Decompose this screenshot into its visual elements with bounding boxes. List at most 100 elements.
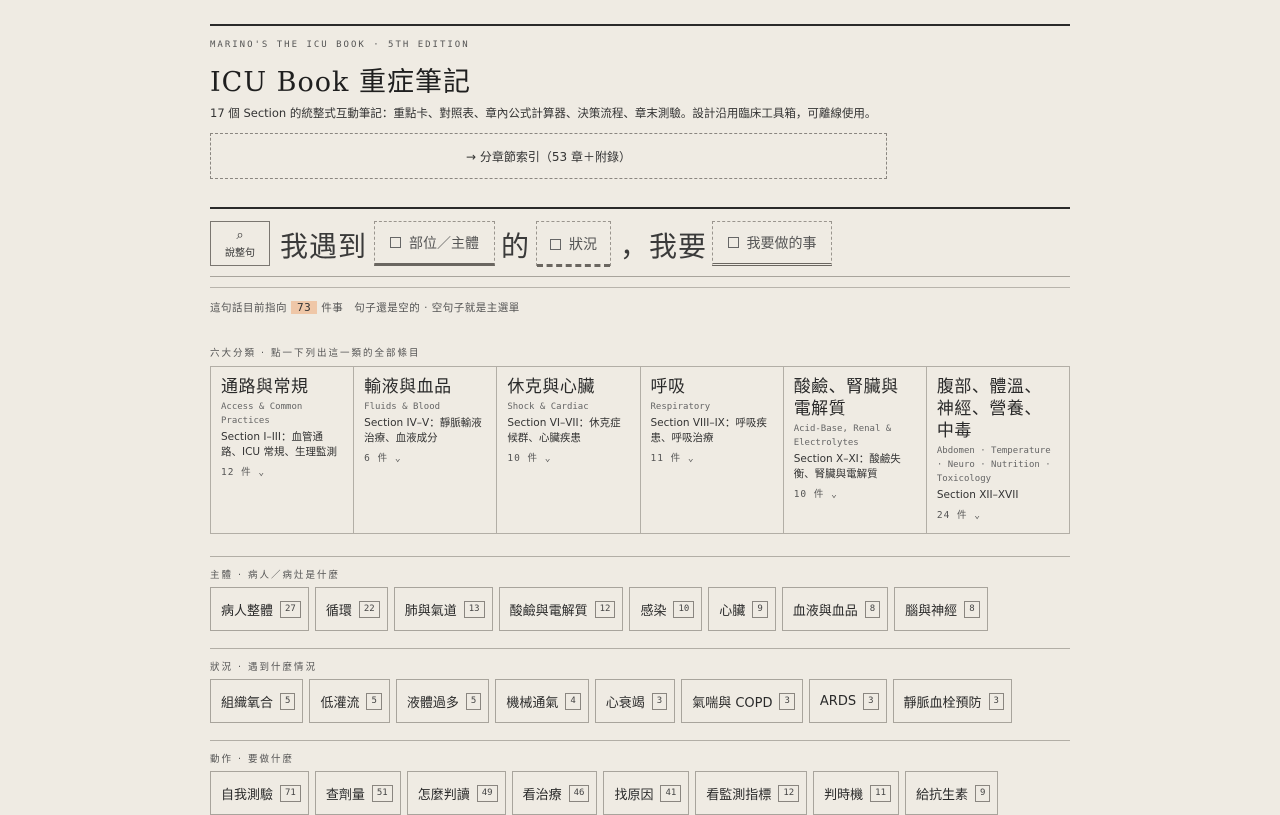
chip-count: 3 [779,692,795,710]
chip-count: 71 [280,784,301,802]
subject-chip[interactable]: 血液與血品 8 [781,587,889,631]
chip-count: 8 [964,600,980,618]
action-chip[interactable]: 查劑量 51 [314,771,401,815]
chip-label: 感染 [640,603,667,619]
search-icon: ⌕ [236,227,244,243]
category-subtitle: Abdomen · Temperature · Neuro · Nutritio… [936,446,1051,484]
chip-count: 5 [280,692,296,710]
situation-chip[interactable]: ARDS 3 [808,679,887,723]
situation-chips: 組織氧合 5 低灌流 5 液體過多 5 機械通氣 4 心衰竭 3 氣喘與 COPD 3 AR… [210,679,1012,723]
category-subtitle: Respiratory [650,402,711,412]
match-prefix: 這句話目前指向 [210,302,287,314]
page-title: ICU Book 重症筆記 [210,67,471,98]
book-eyebrow: MARINO'S THE ICU BOOK · 5TH EDITION [210,40,470,50]
sentence-divider [210,287,1070,288]
checkbox-icon [390,237,401,248]
chapter-index-button[interactable]: → 分章節索引（53 章＋附錄） [210,133,887,179]
chip-label: 血液與血品 [792,603,858,619]
sentence-word-of: 的 [501,230,531,263]
say-sentence-label: 說整句 [225,247,255,259]
category-description: Section VI–VII：休克症候群、心臟疾患 [507,417,621,444]
category-card-shock[interactable]: 休克與心臟 Shock & Cardiac Section VI–VII：休克症… [497,367,641,533]
situation-chip[interactable]: 機械通氣 4 [495,679,589,723]
chip-label: 循環 [325,603,352,619]
subject-label: 主體 · 病人／病灶是什麼 [210,570,341,581]
situation-slot[interactable]: 狀況 [536,221,611,267]
situation-chip[interactable]: 心衰竭 3 [594,679,676,723]
chip-count: 41 [660,784,682,802]
chip-count: 3 [651,692,668,710]
chip-count: 49 [476,784,498,802]
chip-count: 12 [594,600,616,618]
category-card-access[interactable]: 通路與常規 Access & Common Practices Section … [211,367,355,533]
action-chip[interactable]: 判時機 11 [813,771,900,815]
chip-count: 10 [673,600,695,618]
action-slot[interactable]: 我要做的事 [712,221,832,266]
category-count: 6 件 ⌄ [364,453,402,464]
action-chip[interactable]: 看監測指標 12 [695,771,808,815]
action-label: 動作 · 要做什麼 [210,754,295,765]
section-rule [210,207,1070,209]
situation-slot-label: 狀況 [569,237,597,253]
category-title: 酸鹼、腎臟與電解質 [793,377,899,419]
action-slot-label: 我要做的事 [746,235,817,252]
chip-count: 12 [778,784,800,802]
top-rule [210,24,1070,26]
action-divider [210,740,1070,741]
chip-label: 病人整體 [221,603,274,619]
say-sentence-button[interactable]: ⌕ 說整句 [210,221,270,266]
category-title: 呼吸 [650,377,686,397]
subject-chip[interactable]: 病人整體 27 [210,587,309,631]
chip-count: 13 [463,600,485,618]
checkbox-icon [550,238,561,250]
chip-count: 11 [870,784,892,802]
subject-slot-label: 部位／主體 [409,235,479,252]
sentence-builder: ⌕ 說整句 我遇到 部位／主體 的 狀況 ，我要 我要做的事 [210,221,1070,267]
page-subtitle: 17 個 Section 的統整式互動筆記：重點卡、對照表、章內公式計算器、決策… [210,106,877,120]
checkbox-icon [727,237,739,248]
category-description: Section X–XI：酸鹼失衡、腎臟與電解質 [793,453,901,480]
chip-count: 22 [358,600,380,618]
chip-label: 低灌流 [320,695,360,711]
action-chips: 自我測驗 71 查劑量 51 怎麼判讀 49 看治療 46 找原因 41 看監測指標 12 … [210,771,999,815]
category-card-abdomen[interactable]: 腹部、體溫、神經、營養、中毒 Abdomen · Temperature · N… [927,367,1069,533]
situation-chip[interactable]: 組織氧合 5 [210,679,304,723]
subject-divider [210,556,1070,557]
chip-count: 9 [752,600,768,618]
subject-chip[interactable]: 循環 22 [314,587,388,631]
action-chip[interactable]: 看治療 46 [511,771,598,815]
category-subtitle: Shock & Cardiac [507,402,589,412]
category-card-acid-base[interactable]: 酸鹼、腎臟與電解質 Acid-Base, Renal & Electrolyte… [784,367,927,533]
subject-chip[interactable]: 心臟 9 [708,587,776,631]
category-description: Section XII–XVII [936,489,1019,501]
sentence-word-want: ，我要 [620,230,708,263]
category-description: Section I–III：血管通路、ICU 常規、生理監測 [221,431,337,458]
category-count: 12 件 ⌄ [221,467,266,478]
subject-chip[interactable]: 肺與氣道 13 [393,587,493,631]
chip-label: 液體過多 [406,695,459,711]
subject-slot[interactable]: 部位／主體 [374,221,495,266]
subject-chip[interactable]: 酸鹼與電解質 12 [498,587,624,631]
category-card-fluids[interactable]: 輸液與血品 Fluids & Blood Section IV–V：靜脈輸液治療… [354,367,498,533]
chip-label: 酸鹼與電解質 [509,603,588,619]
chip-count: 5 [366,692,382,710]
subject-chip[interactable]: 腦與神經 8 [894,587,988,631]
situation-chip[interactable]: 液體過多 5 [395,679,490,723]
action-chip[interactable]: 自我測驗 71 [210,771,309,815]
action-chip[interactable]: 找原因 41 [603,771,690,815]
action-chip[interactable]: 怎麼判讀 49 [406,771,506,815]
category-title: 腹部、體溫、神經、營養、中毒 [936,377,1042,441]
situation-chip[interactable]: 氣喘與 COPD 3 [681,679,803,723]
chip-count: 27 [280,600,301,618]
action-chip[interactable]: 給抗生素 9 [905,771,999,815]
situation-chip[interactable]: 低灌流 5 [309,679,390,723]
category-card-respiratory[interactable]: 呼吸 Respiratory Section VIII–IX：呼吸疾患、呼吸治療… [641,367,784,533]
situation-chip[interactable]: 靜脈血栓預防 3 [892,679,1012,723]
category-subtitle: Fluids & Blood [364,402,441,412]
category-title: 通路與常規 [221,377,309,397]
subject-chip[interactable]: 感染 10 [629,587,703,631]
category-description: Section IV–V：靜脈輸液治療、血液成分 [364,417,482,444]
subject-chips: 病人整體 27 循環 22 肺與氣道 13 酸鹼與電解質 12 感染 10 心臟 9 血液與… [210,587,988,631]
chip-label: 氣喘與 COPD [692,695,773,711]
category-count: 11 件 ⌄ [650,453,695,464]
